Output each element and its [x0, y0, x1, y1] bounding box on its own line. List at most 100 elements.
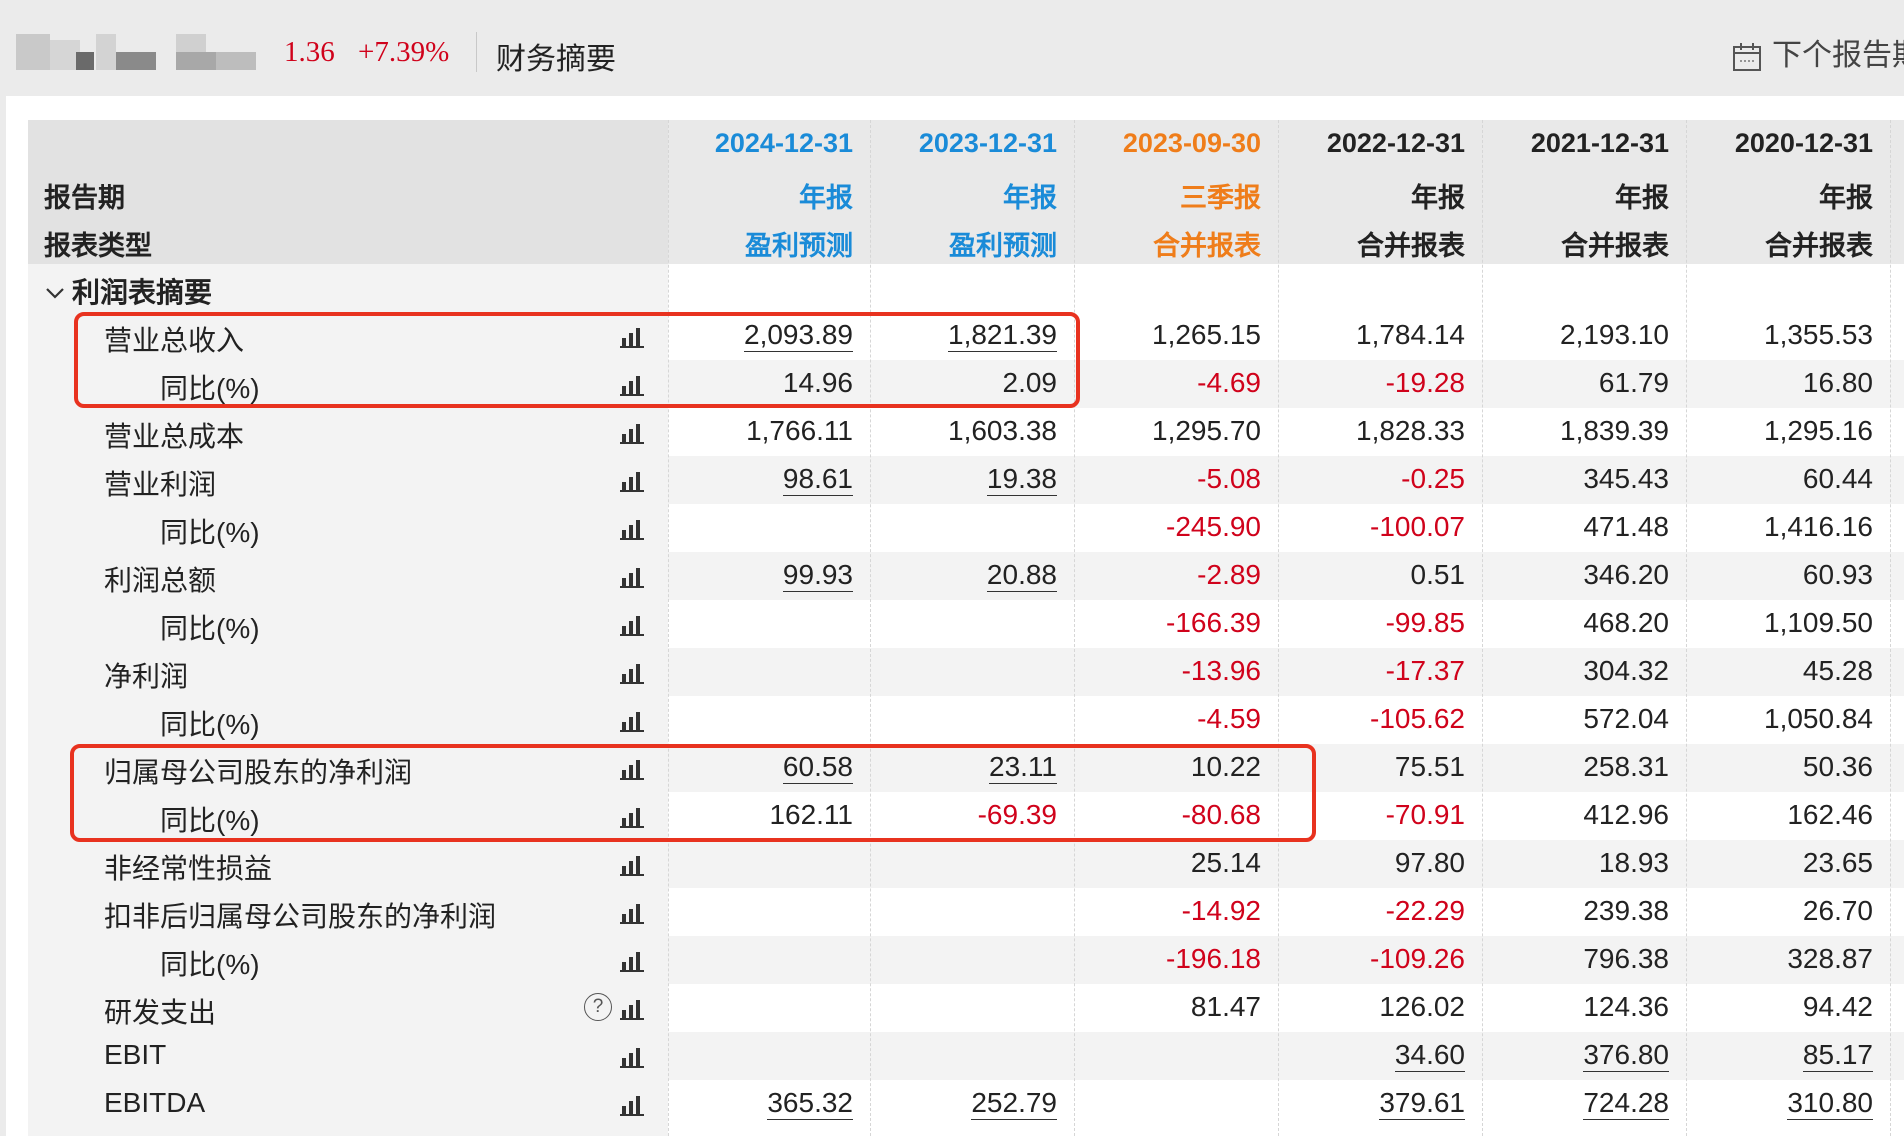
bar-chart-icon[interactable]	[620, 468, 646, 492]
next-report-button[interactable]: 下个报告期	[1732, 30, 1904, 74]
cell-value: 2,193.10	[1484, 319, 1669, 351]
cell-value[interactable]: 379.61	[1280, 1087, 1465, 1120]
column-divider	[870, 120, 871, 1136]
column-header-date[interactable]: 2024-12-31	[668, 128, 853, 159]
column-header-type: 合并报表	[1765, 231, 1873, 261]
column-header-type: 合并报表	[1153, 231, 1261, 261]
cell-value	[668, 1039, 853, 1071]
cell-value[interactable]: 34.60	[1280, 1039, 1465, 1072]
column-header-type: 合并报表	[1561, 231, 1669, 261]
column-header-date[interactable]: 2023-09-30	[1076, 128, 1261, 159]
cell-value-text: 45.28	[1802, 655, 1873, 686]
bar-chart-icon[interactable]	[620, 852, 646, 876]
cell-value-text: -166.39	[1166, 607, 1261, 638]
row-chart-button[interactable]	[620, 1044, 646, 1073]
cell-value-text: -5.08	[1197, 463, 1261, 494]
row-label: 同比(%)	[160, 613, 260, 644]
row-chart-button[interactable]	[620, 516, 646, 545]
bar-chart-icon[interactable]	[620, 660, 646, 684]
row-chart-button[interactable]	[620, 1092, 646, 1121]
cell-value-text: 310.80	[1787, 1087, 1873, 1120]
row-chart-button[interactable]	[620, 900, 646, 929]
cell-value-text: 328.87	[1787, 943, 1873, 974]
bar-chart-icon[interactable]	[620, 564, 646, 588]
bar-chart-icon[interactable]	[620, 948, 646, 972]
cell-value	[1076, 1039, 1261, 1071]
cell-value: 61.79	[1484, 367, 1669, 399]
row-label: 扣非后归属母公司股东的净利润	[104, 901, 497, 932]
cell-value-text: 1,050.84	[1764, 703, 1873, 734]
cell-value[interactable]: 99.93	[668, 559, 853, 592]
column-header-date[interactable]: 2020-12-31	[1688, 128, 1873, 159]
column-header-date[interactable]: 2021-12-31	[1484, 128, 1669, 159]
cell-value[interactable]: 252.79	[872, 1087, 1057, 1120]
cell-value[interactable]: 85.17	[1688, 1039, 1873, 1072]
cell-value-text: 1,265.15	[1152, 319, 1261, 350]
row-chart-button[interactable]	[620, 852, 646, 881]
cell-value: -4.59	[1076, 703, 1261, 735]
bar-chart-icon[interactable]	[620, 708, 646, 732]
cell-value[interactable]: 365.32	[668, 1087, 853, 1120]
row-chart-button[interactable]	[620, 948, 646, 977]
cell-value-text: 34.60	[1394, 1039, 1465, 1072]
cell-value: 60.44	[1688, 463, 1873, 495]
question-icon[interactable]: ?	[584, 993, 612, 1021]
cell-value[interactable]: 20.88	[872, 559, 1057, 592]
cell-value[interactable]: 310.80	[1688, 1087, 1873, 1120]
cell-value: -17.37	[1280, 655, 1465, 687]
cell-value-text: 304.32	[1583, 655, 1669, 686]
cell-value: 1,265.15	[1076, 319, 1261, 351]
cell-value[interactable]: 724.28	[1484, 1087, 1669, 1120]
column-header-type: 盈利预测	[745, 231, 853, 261]
cell-value: -19.28	[1280, 367, 1465, 399]
bar-chart-icon[interactable]	[620, 996, 646, 1020]
bar-chart-icon[interactable]	[620, 1092, 646, 1116]
cell-value-text: 61.79	[1598, 367, 1669, 398]
cell-value-text: 724.28	[1583, 1087, 1669, 1120]
cell-value-text: -4.69	[1197, 367, 1261, 398]
section-income-summary-toggle[interactable]: 利润表摘要	[44, 271, 212, 311]
cell-value-text: 60.93	[1802, 559, 1873, 590]
row-label: EBITDA	[104, 1087, 206, 1118]
cell-value: 304.32	[1484, 655, 1669, 687]
column-header-date[interactable]: 2022-12-31	[1280, 128, 1465, 159]
bar-chart-icon[interactable]	[620, 420, 646, 444]
row-chart-button[interactable]	[620, 468, 646, 497]
bar-chart-icon[interactable]	[620, 900, 646, 924]
cell-value: 45.28	[1688, 655, 1873, 687]
cell-value-text: 1,603.38	[948, 415, 1057, 446]
row-chart-button[interactable]	[620, 420, 646, 449]
cell-value	[668, 847, 853, 879]
section-title: 利润表摘要	[72, 277, 213, 308]
bar-chart-icon[interactable]	[620, 516, 646, 540]
row-chart-button[interactable]	[620, 564, 646, 593]
cell-value-text: 365.32	[767, 1087, 853, 1120]
bar-chart-icon[interactable]	[620, 612, 646, 636]
cell-value[interactable]: 19.38	[872, 463, 1057, 496]
column-divider	[1686, 120, 1687, 1136]
row-label: 营业利润	[104, 469, 217, 500]
cell-value: 239.38	[1484, 895, 1669, 927]
cell-value-text: -4.59	[1197, 703, 1261, 734]
row-chart-button[interactable]	[620, 612, 646, 641]
cell-value	[668, 991, 853, 1023]
cell-value: 162.46	[1688, 799, 1873, 831]
cell-value-text: -245.90	[1166, 511, 1261, 542]
cell-value: 1,050.84	[1688, 703, 1873, 735]
column-header-period: 三季报	[1180, 183, 1261, 213]
cell-value	[1076, 1087, 1261, 1119]
column-header-date[interactable]: 2023-12-31	[872, 128, 1057, 159]
row-chart-button[interactable]	[620, 708, 646, 737]
cell-value[interactable]: 98.61	[668, 463, 853, 496]
cell-value-text: -22.29	[1385, 895, 1465, 926]
cell-value-text: 1,355.53	[1764, 319, 1873, 350]
row-chart-button[interactable]	[620, 996, 646, 1025]
cell-value-text: 23.65	[1802, 847, 1873, 878]
bar-chart-icon[interactable]	[620, 1044, 646, 1068]
cell-value[interactable]: 376.80	[1484, 1039, 1669, 1072]
cell-value-text: 18.93	[1598, 847, 1669, 878]
cell-value: -245.90	[1076, 511, 1261, 543]
row-chart-button[interactable]	[620, 660, 646, 689]
cell-value-text: 252.79	[971, 1087, 1057, 1120]
cell-value-text: 258.31	[1583, 751, 1669, 782]
